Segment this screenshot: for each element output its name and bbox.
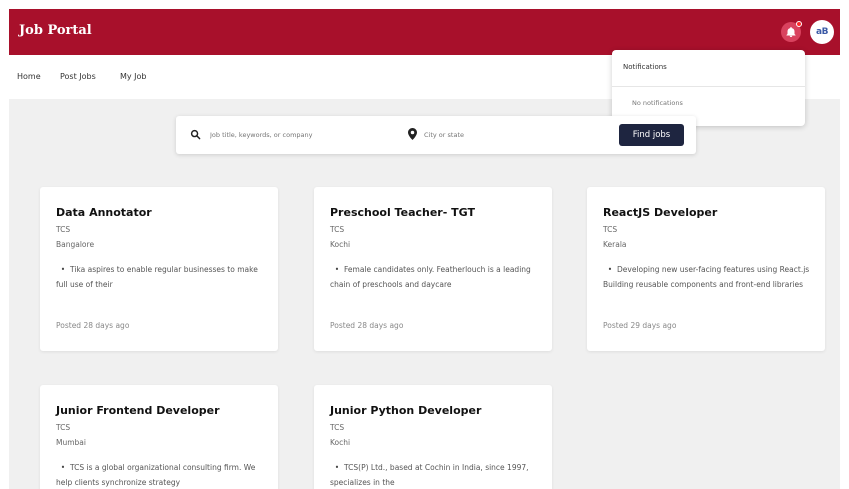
- notifications-empty-text: No notifications: [632, 99, 683, 107]
- job-title: Data Annotator: [56, 206, 152, 219]
- job-description-text: TCS(P) Ltd., based at Cochin in India, s…: [330, 463, 529, 487]
- job-location: Kerala: [603, 240, 627, 249]
- job-location: Bangalore: [56, 240, 95, 249]
- nav-home-link[interactable]: Home: [17, 72, 41, 81]
- job-title: Junior Python Developer: [330, 404, 482, 417]
- page-viewport: Job Portal aB Home Post Jobs My Job Noti…: [9, 9, 840, 489]
- bullet-icon: •: [334, 265, 340, 274]
- job-title: ReactJS Developer: [603, 206, 718, 219]
- job-description-text: Female candidates only. Featherlouch is …: [330, 265, 531, 289]
- notifications-dropdown: Notifications No notifications: [612, 50, 805, 126]
- notification-badge: [796, 21, 802, 27]
- job-card[interactable]: Junior Python Developer TCS Kochi • TCS(P…: [314, 385, 552, 489]
- job-description: • Tika aspires to enable regular business…: [56, 262, 268, 292]
- bullet-icon: •: [607, 265, 613, 274]
- job-card[interactable]: ReactJS Developer TCS Kerala • Developing…: [587, 187, 825, 351]
- user-avatar[interactable]: aB: [810, 20, 834, 44]
- bell-icon: [786, 27, 796, 37]
- location-search-input[interactable]: [424, 127, 574, 143]
- job-posted-date: Posted 28 days ago: [330, 321, 404, 330]
- notifications-title: Notifications: [623, 63, 667, 71]
- top-header: Job Portal aB: [9, 9, 840, 55]
- job-description-text: Developing new user-facing features usin…: [603, 265, 810, 289]
- job-posted-date: Posted 29 days ago: [603, 321, 677, 330]
- job-description: • TCS is a global organizational consulti…: [56, 460, 268, 489]
- notifications-divider: [612, 86, 805, 87]
- bullet-icon: •: [334, 463, 340, 472]
- job-location: Kochi: [330, 438, 351, 447]
- job-company: TCS: [330, 423, 345, 432]
- avatar-initials: aB: [816, 27, 828, 37]
- job-location: Mumbai: [56, 438, 86, 447]
- job-posted-date: Posted 28 days ago: [56, 321, 130, 330]
- job-description-text: Tika aspires to enable regular businesse…: [56, 265, 258, 289]
- job-company: TCS: [603, 225, 618, 234]
- brand-title[interactable]: Job Portal: [19, 23, 92, 38]
- job-search-bar: Find jobs: [176, 116, 696, 154]
- job-description: • Female candidates only. Featherlouch is…: [330, 262, 542, 292]
- notification-bell-button[interactable]: [781, 21, 802, 42]
- job-company: TCS: [56, 423, 71, 432]
- job-location: Kochi: [330, 240, 351, 249]
- job-card[interactable]: Preschool Teacher- TGT TCS Kochi • Female…: [314, 187, 552, 351]
- job-title: Preschool Teacher- TGT: [330, 206, 475, 219]
- find-jobs-button[interactable]: Find jobs: [619, 124, 684, 146]
- search-icon: [190, 129, 201, 140]
- browser-frame: Job Portal aB Home Post Jobs My Job Noti…: [0, 0, 849, 489]
- keyword-search-input[interactable]: [210, 127, 390, 143]
- job-card[interactable]: Junior Frontend Developer TCS Mumbai • TC…: [40, 385, 278, 489]
- job-title: Junior Frontend Developer: [56, 404, 220, 417]
- bullet-icon: •: [60, 265, 66, 274]
- job-company: TCS: [330, 225, 345, 234]
- job-company: TCS: [56, 225, 71, 234]
- job-description-text: TCS is a global organizational consultin…: [56, 463, 256, 487]
- job-card[interactable]: Data Annotator TCS Bangalore • Tika aspir…: [40, 187, 278, 351]
- location-pin-icon: [408, 128, 417, 140]
- job-description: • TCS(P) Ltd., based at Cochin in India, …: [330, 460, 542, 489]
- bullet-icon: •: [60, 463, 66, 472]
- job-description: • Developing new user-facing features usi…: [603, 262, 815, 292]
- nav-my-job-link[interactable]: My Job: [120, 72, 147, 81]
- nav-post-jobs-link[interactable]: Post Jobs: [60, 72, 96, 81]
